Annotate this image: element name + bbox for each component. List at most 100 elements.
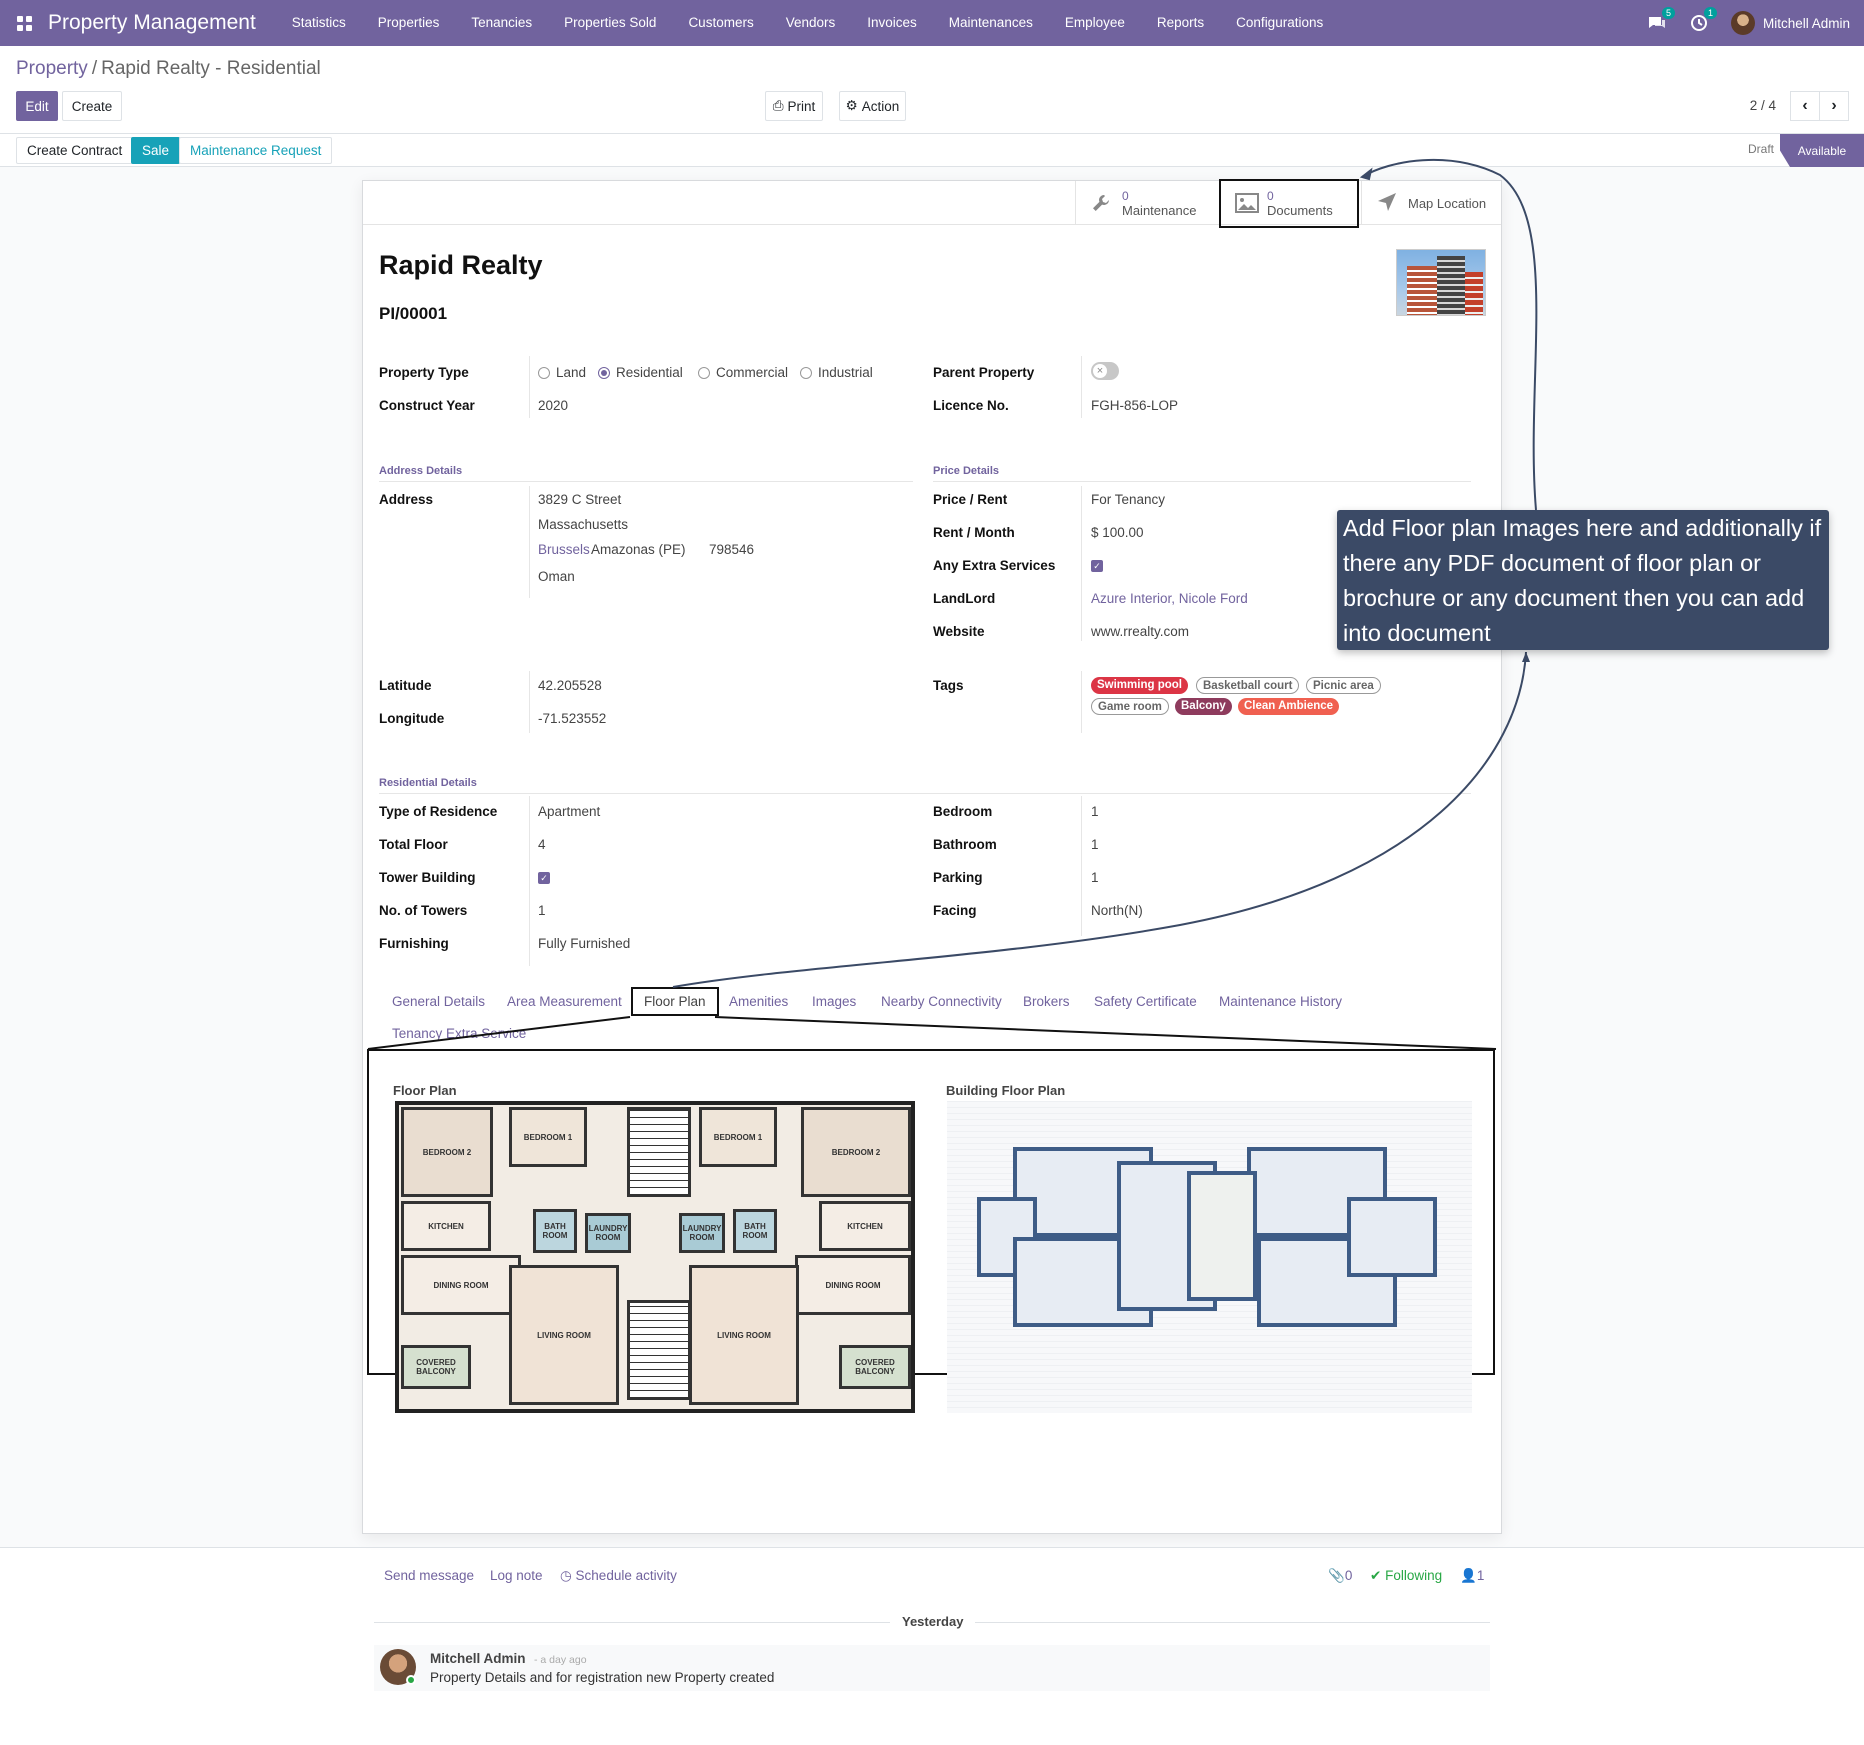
latitude-value[interactable]: 42.205528 — [538, 678, 602, 693]
attachments-button[interactable]: 📎0 — [1328, 1568, 1352, 1584]
stage-available[interactable]: Available — [1780, 134, 1864, 167]
residence-type-value[interactable]: Apartment — [538, 804, 600, 819]
menu-properties-sold[interactable]: Properties Sold — [548, 0, 672, 46]
action-button[interactable]: ⚙ Action — [839, 91, 906, 121]
message-author[interactable]: Mitchell Admin — [430, 1651, 526, 1666]
city-value[interactable]: Brussels — [538, 542, 590, 557]
street-value[interactable]: 3829 C Street — [538, 492, 621, 507]
tab-images[interactable]: Images — [812, 994, 856, 1009]
tag-game-room[interactable]: Game room — [1091, 698, 1169, 715]
breadcrumb-parent[interactable]: Property — [16, 58, 88, 80]
menu-vendors[interactable]: Vendors — [770, 0, 852, 46]
schedule-activity-button[interactable]: ◷ Schedule activity — [560, 1568, 677, 1584]
landlord-value[interactable]: Azure Interior, Nicole Ford — [1091, 591, 1248, 606]
maintenance-request-button[interactable]: Maintenance Request — [179, 137, 333, 164]
tag-swimming-pool[interactable]: Swimming pool — [1091, 677, 1188, 694]
systray: 5 1 Mitchell Admin — [1647, 0, 1850, 46]
longitude-value[interactable]: -71.523552 — [538, 711, 606, 726]
menu-reports[interactable]: Reports — [1141, 0, 1220, 46]
breadcrumb: Property / Rapid Realty - Residential — [16, 58, 321, 80]
record-title[interactable]: Rapid Realty — [379, 250, 543, 281]
stage-draft[interactable]: Draft — [1748, 142, 1774, 156]
parking-value[interactable]: 1 — [1091, 870, 1099, 885]
menu-configurations[interactable]: Configurations — [1220, 0, 1339, 46]
state-value[interactable]: Amazonas (PE) — [591, 542, 686, 557]
building-floor-plan-image[interactable] — [947, 1101, 1472, 1413]
country-value[interactable]: Oman — [538, 569, 575, 584]
tab-safety-certificate[interactable]: Safety Certificate — [1094, 994, 1197, 1009]
tab-general-details[interactable]: General Details — [392, 994, 485, 1009]
bathroom-label: Bathroom — [933, 837, 997, 852]
menu-employee[interactable]: Employee — [1049, 0, 1141, 46]
bathroom-value[interactable]: 1 — [1091, 837, 1099, 852]
apps-menu-icon[interactable] — [0, 0, 48, 46]
website-value[interactable]: www.rrealty.com — [1091, 624, 1189, 639]
towers-value[interactable]: 1 — [538, 903, 546, 918]
tag-clean-ambience[interactable]: Clean Ambience — [1238, 698, 1340, 715]
sale-button[interactable]: Sale — [131, 137, 181, 164]
tag-basketball-court[interactable]: Basketball court — [1196, 677, 1300, 694]
pager-previous-button[interactable]: ‹ — [1790, 91, 1820, 121]
tab-amenities[interactable]: Amenities — [729, 994, 788, 1009]
pager-next-button[interactable]: › — [1819, 91, 1849, 121]
rent-month-value[interactable]: $ 100.00 — [1091, 525, 1144, 540]
documents-count: 0 — [1267, 189, 1274, 203]
send-message-button[interactable]: Send message — [384, 1568, 474, 1583]
radio-residential[interactable]: Residential — [598, 365, 683, 380]
radio-industrial[interactable]: Industrial — [800, 365, 873, 380]
extra-services-label: Any Extra Services — [933, 558, 1056, 573]
tab-area-measurement[interactable]: Area Measurement — [507, 994, 622, 1009]
tag-picnic-area[interactable]: Picnic area — [1306, 677, 1381, 694]
tag-balcony[interactable]: Balcony — [1175, 698, 1232, 715]
bedroom-value[interactable]: 1 — [1091, 804, 1099, 819]
tab-floor-plan[interactable]: Floor Plan — [631, 987, 719, 1016]
edit-button[interactable]: Edit — [16, 91, 58, 121]
tab-brokers[interactable]: Brokers — [1023, 994, 1070, 1009]
street2-value[interactable]: Massachusetts — [538, 517, 628, 532]
price-rent-value[interactable]: For Tenancy — [1091, 492, 1165, 507]
message-body: Property Details and for registration ne… — [430, 1670, 775, 1685]
user-avatar — [1730, 11, 1755, 35]
menu-properties[interactable]: Properties — [362, 0, 456, 46]
log-note-button[interactable]: Log note — [490, 1568, 543, 1583]
maintenance-smart-button[interactable]: 0 Maintenance — [1075, 181, 1215, 225]
documents-smart-button[interactable]: 0 Documents — [1219, 179, 1359, 228]
pager-value[interactable]: 2 / 4 — [1750, 98, 1776, 113]
menu-invoices[interactable]: Invoices — [851, 0, 933, 46]
create-contract-button[interactable]: Create Contract — [16, 137, 134, 164]
floor-plan-title: Floor Plan — [393, 1083, 457, 1098]
menu-customers[interactable]: Customers — [672, 0, 769, 46]
parent-property-toggle[interactable] — [1091, 362, 1119, 380]
following-button[interactable]: ✔ Following — [1370, 1568, 1442, 1584]
map-location-smart-button[interactable]: Map Location — [1361, 181, 1501, 225]
app-brand[interactable]: Property Management — [48, 11, 256, 35]
menu-maintenances[interactable]: Maintenances — [933, 0, 1049, 46]
create-button[interactable]: Create — [62, 91, 122, 121]
radio-land[interactable]: Land — [538, 365, 586, 380]
menu-statistics[interactable]: Statistics — [276, 0, 362, 46]
maintenance-count: 0 — [1122, 188, 1129, 203]
floor-plan-image[interactable]: BEDROOM 2 BEDROOM 1 BEDROOM 1 BEDROOM 2 … — [395, 1101, 915, 1413]
construct-year-label: Construct Year — [379, 398, 475, 413]
furnishing-value[interactable]: Fully Furnished — [538, 936, 630, 951]
followers-button[interactable]: 👤1 — [1460, 1568, 1484, 1584]
user-menu[interactable]: Mitchell Admin — [1730, 11, 1850, 35]
print-icon: ⎙ — [772, 98, 784, 113]
extra-services-checkbox[interactable]: ✓ — [1091, 560, 1103, 572]
messaging-icon[interactable]: 5 — [1647, 7, 1675, 33]
total-floor-value[interactable]: 4 — [538, 837, 546, 852]
tab-maintenance-history[interactable]: Maintenance History — [1219, 994, 1342, 1009]
tab-nearby-connectivity[interactable]: Nearby Connectivity — [881, 994, 1002, 1009]
construct-year-value[interactable]: 2020 — [538, 398, 568, 413]
print-button[interactable]: ⎙ Print — [765, 91, 823, 121]
property-image[interactable] — [1396, 249, 1486, 316]
facing-value[interactable]: North(N) — [1091, 903, 1143, 918]
menu-tenancies[interactable]: Tenancies — [455, 0, 548, 46]
paperclip-icon: 📎 — [1328, 1568, 1345, 1583]
licence-value[interactable]: FGH-856-LOP — [1091, 398, 1178, 413]
radio-commercial[interactable]: Commercial — [698, 365, 788, 380]
tab-tenancy-extra-service[interactable]: Tenancy Extra Service — [392, 1026, 526, 1041]
zip-value[interactable]: 798546 — [709, 542, 754, 557]
activity-clock-icon[interactable]: 1 — [1689, 7, 1717, 33]
tower-building-checkbox[interactable]: ✓ — [538, 872, 550, 884]
